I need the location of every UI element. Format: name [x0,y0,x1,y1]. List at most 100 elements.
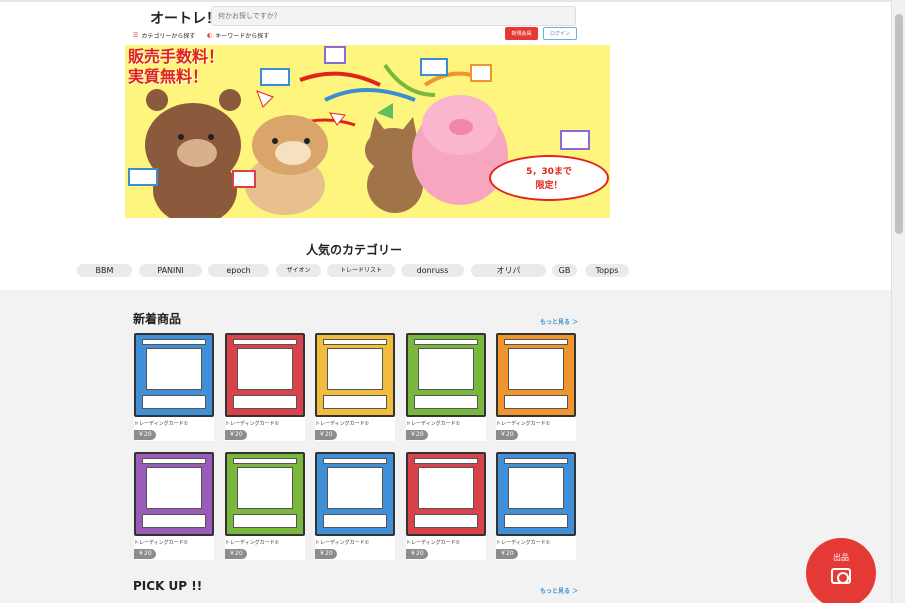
card-top [233,339,297,345]
card-image [406,452,486,536]
card-win [418,467,474,509]
product-price: ￥20 [496,430,518,440]
card-bot [414,514,478,528]
card-bot [323,514,387,528]
card-win [508,467,564,509]
scrollbar-thumb[interactable] [895,14,903,234]
pickup-title: PICK UP !! [133,579,203,593]
card-top [142,339,206,345]
banner-title-line1: 販売手数料！ [128,47,225,66]
product-card[interactable]: トレーディングカード① ￥20 [406,333,486,441]
product-price: ￥20 [315,430,337,440]
product-name: トレーディングカード① [496,540,551,546]
product-card[interactable]: トレーディングカード① ￥20 [496,333,576,441]
popular-categories-list: BBM PANINI epoch ザイオン トレードリスト donruss オリ… [77,264,637,278]
card-image [496,452,576,536]
product-card[interactable]: トレーディングカード① ￥20 [315,452,395,560]
card-bot [504,395,568,409]
product-name: トレーディングカード① [315,540,370,546]
sell-fab-button[interactable]: 出品 [806,538,876,603]
product-price: ￥20 [225,549,247,559]
card-win [418,348,474,390]
bubble-line2: 限定！ [535,181,563,191]
category-chip[interactable]: donruss [401,264,464,277]
new-items-title: 新着商品 [133,312,182,326]
category-chip[interactable]: GB [552,264,577,277]
card-top [233,458,297,464]
banner-title: 販売手数料！ 実質無料！ [128,47,224,87]
card-top [323,458,387,464]
product-card[interactable]: トレーディングカード① ￥20 [225,333,305,441]
product-card[interactable]: トレーディングカード① ￥20 [315,333,395,441]
login-button[interactable]: ログイン [543,27,577,40]
card-win [146,467,202,509]
product-price: ￥20 [134,549,156,559]
card-bot [323,395,387,409]
popular-categories-title: 人気のカテゴリー [306,243,403,257]
card-bot [233,514,297,528]
tag-icon: ◐ [207,32,213,39]
card-win [327,467,383,509]
card-image [496,333,576,417]
product-name: トレーディングカード① [225,540,280,546]
card-image [134,333,214,417]
card-top [323,339,387,345]
bubble-line1: 5，30まで [526,167,572,177]
nav-category-link[interactable]: ☰ カテゴリーから探す [133,31,195,40]
category-chip[interactable]: PANINI [139,264,202,277]
product-name: トレーディングカード① [406,540,461,546]
page-scrollbar[interactable] [891,0,905,603]
card-top [142,458,206,464]
card-top [504,339,568,345]
product-card[interactable]: トレーディングカード① ￥20 [134,333,214,441]
product-name: トレーディングカード① [134,540,189,546]
card-bot [414,395,478,409]
category-chip[interactable]: Topps [585,264,629,277]
browser-top-border [0,0,905,2]
product-name: トレーディングカード① [134,421,189,427]
sell-fab-label: 出品 [833,553,849,562]
card-image [315,333,395,417]
product-name: トレーディングカード① [496,421,551,427]
category-chip[interactable]: オリパ [471,264,546,277]
card-image [406,333,486,417]
card-top [414,339,478,345]
product-price: ￥20 [496,549,518,559]
product-name: トレーディングカード① [315,421,370,427]
nav-keyword-link[interactable]: ◐ キーワードから探す [207,31,269,40]
product-card[interactable]: トレーディングカード① ￥20 [406,452,486,560]
product-price: ￥20 [225,430,247,440]
category-chip[interactable]: トレードリスト [327,264,395,277]
banner-title-line2: 実質無料！ [128,67,209,86]
card-win [327,348,383,390]
list-icon: ☰ [133,32,139,39]
search-input[interactable] [211,6,576,26]
nav-category-label: カテゴリーから探す [141,33,196,40]
card-win [146,348,202,390]
site-logo[interactable]: オートレ！ [150,8,220,28]
new-items-more-link[interactable]: もっと見る ＞ [540,317,578,326]
product-price: ￥20 [406,549,428,559]
card-top [504,458,568,464]
signup-button[interactable]: 新規会員 [505,27,538,40]
card-bot [504,514,568,528]
card-top [414,458,478,464]
pickup-more-link[interactable]: もっと見る ＞ [540,586,578,595]
product-card[interactable]: トレーディングカード① ￥20 [134,452,214,560]
category-chip[interactable]: BBM [77,264,132,277]
site-header: オートレ！ ☰ カテゴリーから探す ◐ キーワードから探す 新規会員 ログイン [125,4,580,44]
category-chip[interactable]: epoch [208,264,269,277]
card-bot [142,395,206,409]
banner-speech-bubble: 5，30まで 限定！ [489,155,609,201]
card-image [134,452,214,536]
product-price: ￥20 [134,430,156,440]
product-card[interactable]: トレーディングカード① ￥20 [496,452,576,560]
card-image [225,333,305,417]
product-card[interactable]: トレーディングカード① ￥20 [225,452,305,560]
category-chip[interactable]: ザイオン [276,264,321,277]
card-image [315,452,395,536]
card-win [237,348,293,390]
nav-keyword-label: キーワードから探す [215,33,270,40]
product-name: トレーディングカード① [406,421,461,427]
promo-banner[interactable]: 販売手数料！ 実質無料！ 5，30まで 限定！ [125,45,610,218]
